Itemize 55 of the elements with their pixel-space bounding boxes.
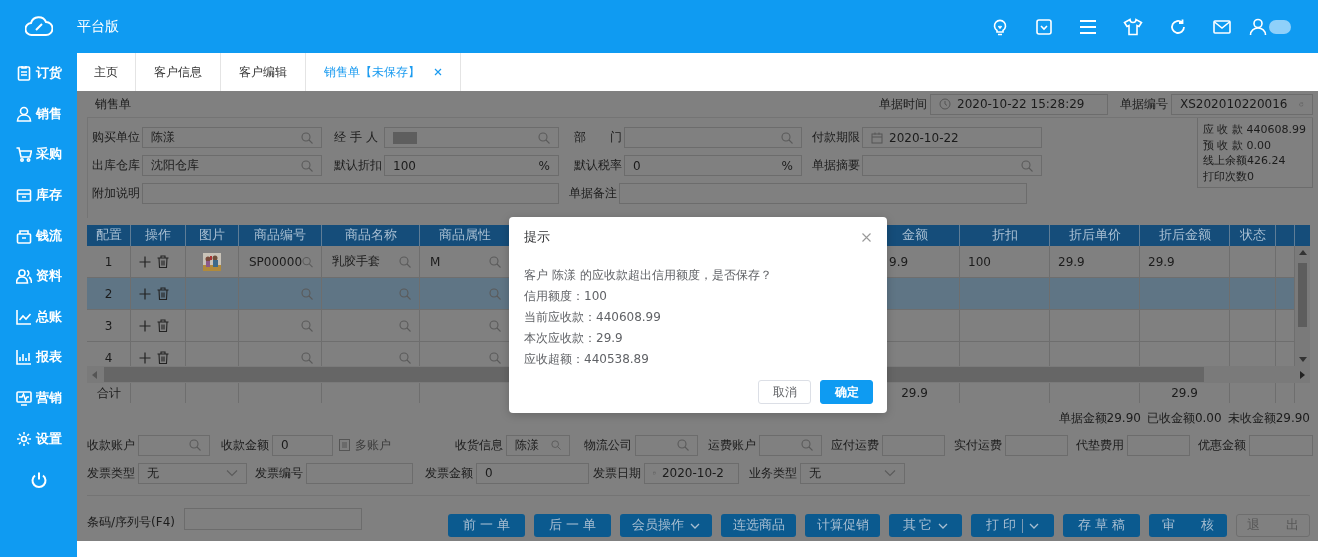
field-label: 购买单位	[92, 129, 141, 146]
column-header: 操作	[131, 225, 186, 246]
dialog-message: 本次应收款：29.9	[524, 330, 624, 347]
app-title: 平台版	[77, 17, 119, 36]
field-label: 附加说明	[92, 185, 141, 202]
balance-text: 线上余额426.24	[1203, 153, 1287, 169]
field-label: 物流公司	[584, 436, 632, 454]
column-header: 商品名称	[322, 225, 420, 246]
table-cell: 3	[87, 310, 131, 342]
field-label: 默认税率	[574, 157, 623, 174]
column-header: 折扣	[960, 225, 1050, 246]
column-header: 商品编号	[239, 225, 322, 246]
field-label: 单据备注	[569, 185, 618, 202]
table-cell: 29.9	[1140, 383, 1230, 403]
balance-text: 应 收 款 440608.99	[1203, 122, 1307, 138]
form-title: 销售单	[95, 95, 131, 113]
field-label: 运费账户	[708, 436, 756, 454]
dialog-message: 应收超额：440538.89	[524, 351, 650, 368]
field-label: 发票编号	[255, 464, 303, 482]
field-label: 收款账户	[87, 436, 135, 454]
total-text: 未收金额29.90	[1227, 410, 1310, 427]
field-label: 单据摘要	[812, 157, 861, 174]
field-label: 收款金额	[221, 436, 269, 454]
field-label: 应付运费	[831, 436, 879, 454]
field-label: 发票金额	[425, 464, 473, 482]
field-label: 代垫费用	[1076, 436, 1124, 454]
column-header: 折后金额	[1140, 225, 1230, 246]
field-label: 默认折扣	[334, 157, 383, 174]
field-label: 付款期限	[812, 129, 861, 146]
total-text: 单据金额29.90	[1058, 410, 1141, 427]
field-label: 业务类型	[749, 464, 797, 482]
column-header: 图片	[186, 225, 239, 246]
field-label: 单据编号	[1120, 95, 1168, 113]
dialog-message: 当前应收款：440608.99	[524, 309, 662, 326]
total-text: 已收金额0.00	[1146, 410, 1222, 427]
column-header: 折后单价	[1050, 225, 1140, 246]
column-header: 配置	[87, 225, 131, 246]
field-label: 出库仓库	[92, 157, 141, 174]
field-label: 部 门	[574, 129, 623, 146]
column-header: 状态	[1230, 225, 1276, 246]
field-label: 发票日期	[593, 464, 641, 482]
balance-text: 预 收 款 0.00	[1203, 137, 1272, 153]
field-label: 条码/序列号(F4)	[87, 513, 175, 531]
field-label: 单据时间	[879, 95, 927, 113]
dialog-message: 客户 陈漾 的应收款超出信用额度，是否保存？	[524, 267, 773, 284]
table-cell: 2	[87, 278, 131, 310]
field-label: 实付运费	[954, 436, 1002, 454]
field-label: 经 手 人	[334, 129, 379, 146]
dialog-message: 信用额度：100	[524, 288, 608, 305]
field-label: 收货信息	[455, 436, 503, 454]
field-label: 发票类型	[87, 464, 135, 482]
balance-text: 打印次数0	[1203, 168, 1255, 184]
field-label: 优惠金额	[1198, 436, 1246, 454]
dialog-title: 提示	[524, 228, 550, 246]
table-cell: 合计	[87, 383, 131, 403]
